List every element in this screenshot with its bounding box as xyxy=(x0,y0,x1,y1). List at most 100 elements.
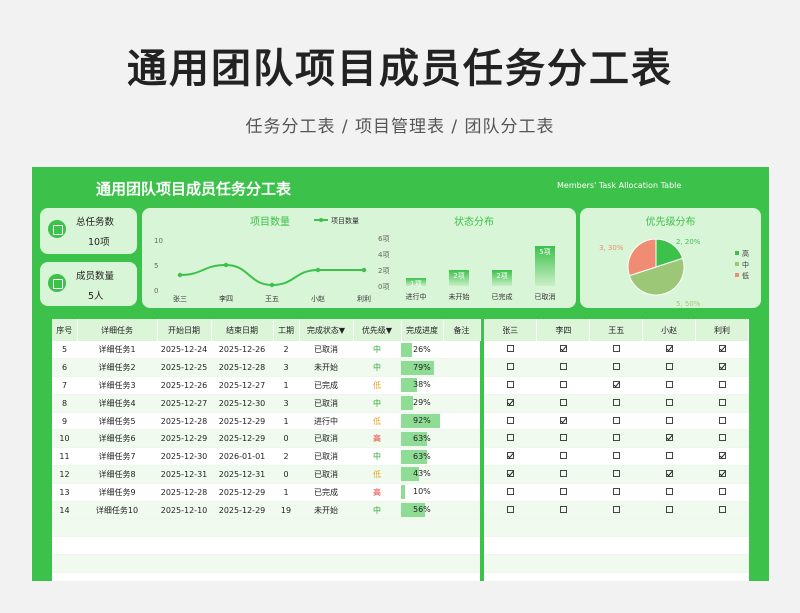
empty-cell[interactable] xyxy=(52,536,77,556)
checkbox-cell[interactable] xyxy=(536,429,590,449)
cell-pri[interactable]: 低 xyxy=(353,412,401,431)
cell-start[interactable]: 2025-12-28 xyxy=(157,412,211,431)
checkbox-cell[interactable] xyxy=(484,412,537,431)
checkbox-cell[interactable] xyxy=(484,501,537,520)
checkbox-cell[interactable] xyxy=(695,358,749,378)
cell-start[interactable]: 2025-12-31 xyxy=(157,465,211,484)
checkbox-cell[interactable] xyxy=(484,465,537,484)
cell-start[interactable]: 2025-12-27 xyxy=(157,394,211,413)
cell-no[interactable]: 8 xyxy=(52,394,77,413)
empty-cell[interactable] xyxy=(443,554,480,573)
empty-cell[interactable] xyxy=(52,554,77,573)
empty-cell[interactable] xyxy=(589,536,643,556)
checkbox[interactable] xyxy=(559,469,567,477)
checkbox[interactable] xyxy=(665,452,673,460)
progress-cell[interactable]: 29% xyxy=(401,394,443,413)
cell-note[interactable] xyxy=(443,447,480,467)
empty-cell[interactable] xyxy=(157,536,211,556)
empty-cell[interactable] xyxy=(401,518,443,538)
cell-end[interactable]: 2025-12-27 xyxy=(211,376,273,395)
cell-end[interactable]: 2025-12-26 xyxy=(211,341,273,360)
cell-end[interactable]: 2025-12-28 xyxy=(211,358,273,378)
progress-cell[interactable]: 43% xyxy=(401,465,443,484)
checkbox-cell[interactable] xyxy=(536,483,590,502)
cell-no[interactable]: 7 xyxy=(52,376,77,395)
cell-no[interactable]: 10 xyxy=(52,429,77,449)
empty-cell[interactable] xyxy=(211,554,273,573)
cell-no[interactable]: 12 xyxy=(52,465,77,484)
progress-cell[interactable]: 26% xyxy=(401,341,443,360)
empty-cell[interactable] xyxy=(52,572,77,591)
checkbox-cell[interactable] xyxy=(642,501,696,520)
empty-cell[interactable] xyxy=(443,518,480,538)
checkbox[interactable] xyxy=(559,505,567,513)
cell-status[interactable]: 已取消 xyxy=(299,447,353,467)
checkbox-cell[interactable] xyxy=(536,376,590,395)
checkbox[interactable] xyxy=(612,416,620,424)
cell-no[interactable]: 13 xyxy=(52,483,77,502)
checkbox[interactable] xyxy=(612,434,620,442)
checkbox-cell[interactable] xyxy=(536,341,590,360)
empty-cell[interactable] xyxy=(536,554,590,573)
empty-cell[interactable] xyxy=(642,536,696,556)
cell-task[interactable]: 详细任务5 xyxy=(77,412,157,431)
empty-cell[interactable] xyxy=(536,518,590,538)
checkbox-cell[interactable] xyxy=(695,376,749,395)
cell-dur[interactable]: 1 xyxy=(273,376,299,395)
cell-start[interactable]: 2025-12-29 xyxy=(157,429,211,449)
checkbox-cell[interactable] xyxy=(536,501,590,520)
checkbox[interactable] xyxy=(718,416,726,424)
cell-pri[interactable]: 中 xyxy=(353,447,401,467)
checked-checkbox[interactable] xyxy=(506,469,514,477)
empty-cell[interactable] xyxy=(484,518,537,538)
checkbox-cell[interactable] xyxy=(536,394,590,413)
checked-checkbox[interactable] xyxy=(665,434,673,442)
checkbox[interactable] xyxy=(612,345,620,353)
empty-cell[interactable] xyxy=(52,518,77,538)
checkbox-cell[interactable] xyxy=(536,447,590,467)
checkbox-cell[interactable] xyxy=(484,483,537,502)
cell-dur[interactable]: 0 xyxy=(273,429,299,449)
checkbox-cell[interactable] xyxy=(484,358,537,378)
empty-cell[interactable] xyxy=(401,554,443,573)
checked-checkbox[interactable] xyxy=(718,345,726,353)
checkbox-cell[interactable] xyxy=(589,358,643,378)
cell-task[interactable]: 详细任务3 xyxy=(77,376,157,395)
checkbox[interactable] xyxy=(559,452,567,460)
cell-task[interactable]: 详细任务1 xyxy=(77,341,157,360)
empty-cell[interactable] xyxy=(273,518,299,538)
cell-dur[interactable]: 1 xyxy=(273,412,299,431)
empty-cell[interactable] xyxy=(443,536,480,556)
checkbox[interactable] xyxy=(718,380,726,388)
cell-note[interactable] xyxy=(443,394,480,413)
checked-checkbox[interactable] xyxy=(718,469,726,477)
empty-cell[interactable] xyxy=(273,572,299,591)
empty-cell[interactable] xyxy=(401,536,443,556)
checkbox-cell[interactable] xyxy=(642,358,696,378)
checkbox[interactable] xyxy=(506,416,514,424)
cell-pri[interactable]: 低 xyxy=(353,376,401,395)
checkbox-cell[interactable] xyxy=(642,376,696,395)
empty-cell[interactable] xyxy=(353,572,401,591)
checkbox-cell[interactable] xyxy=(484,376,537,395)
cell-end[interactable]: 2025-12-30 xyxy=(211,394,273,413)
checkbox-cell[interactable] xyxy=(484,341,537,360)
checkbox[interactable] xyxy=(506,363,514,371)
checked-checkbox[interactable] xyxy=(506,452,514,460)
cell-status[interactable]: 已取消 xyxy=(299,341,353,360)
empty-cell[interactable] xyxy=(401,572,443,591)
empty-cell[interactable] xyxy=(299,536,353,556)
empty-cell[interactable] xyxy=(211,572,273,591)
empty-cell[interactable] xyxy=(484,572,537,591)
empty-cell[interactable] xyxy=(299,572,353,591)
cell-end[interactable]: 2025-12-29 xyxy=(211,501,273,520)
cell-dur[interactable]: 2 xyxy=(273,447,299,467)
checked-checkbox[interactable] xyxy=(559,345,567,353)
checkbox[interactable] xyxy=(559,363,567,371)
cell-no[interactable]: 11 xyxy=(52,447,77,467)
checkbox-cell[interactable] xyxy=(695,341,749,360)
empty-cell[interactable] xyxy=(642,554,696,573)
cell-pri[interactable]: 中 xyxy=(353,394,401,413)
empty-cell[interactable] xyxy=(353,536,401,556)
cell-note[interactable] xyxy=(443,429,480,449)
